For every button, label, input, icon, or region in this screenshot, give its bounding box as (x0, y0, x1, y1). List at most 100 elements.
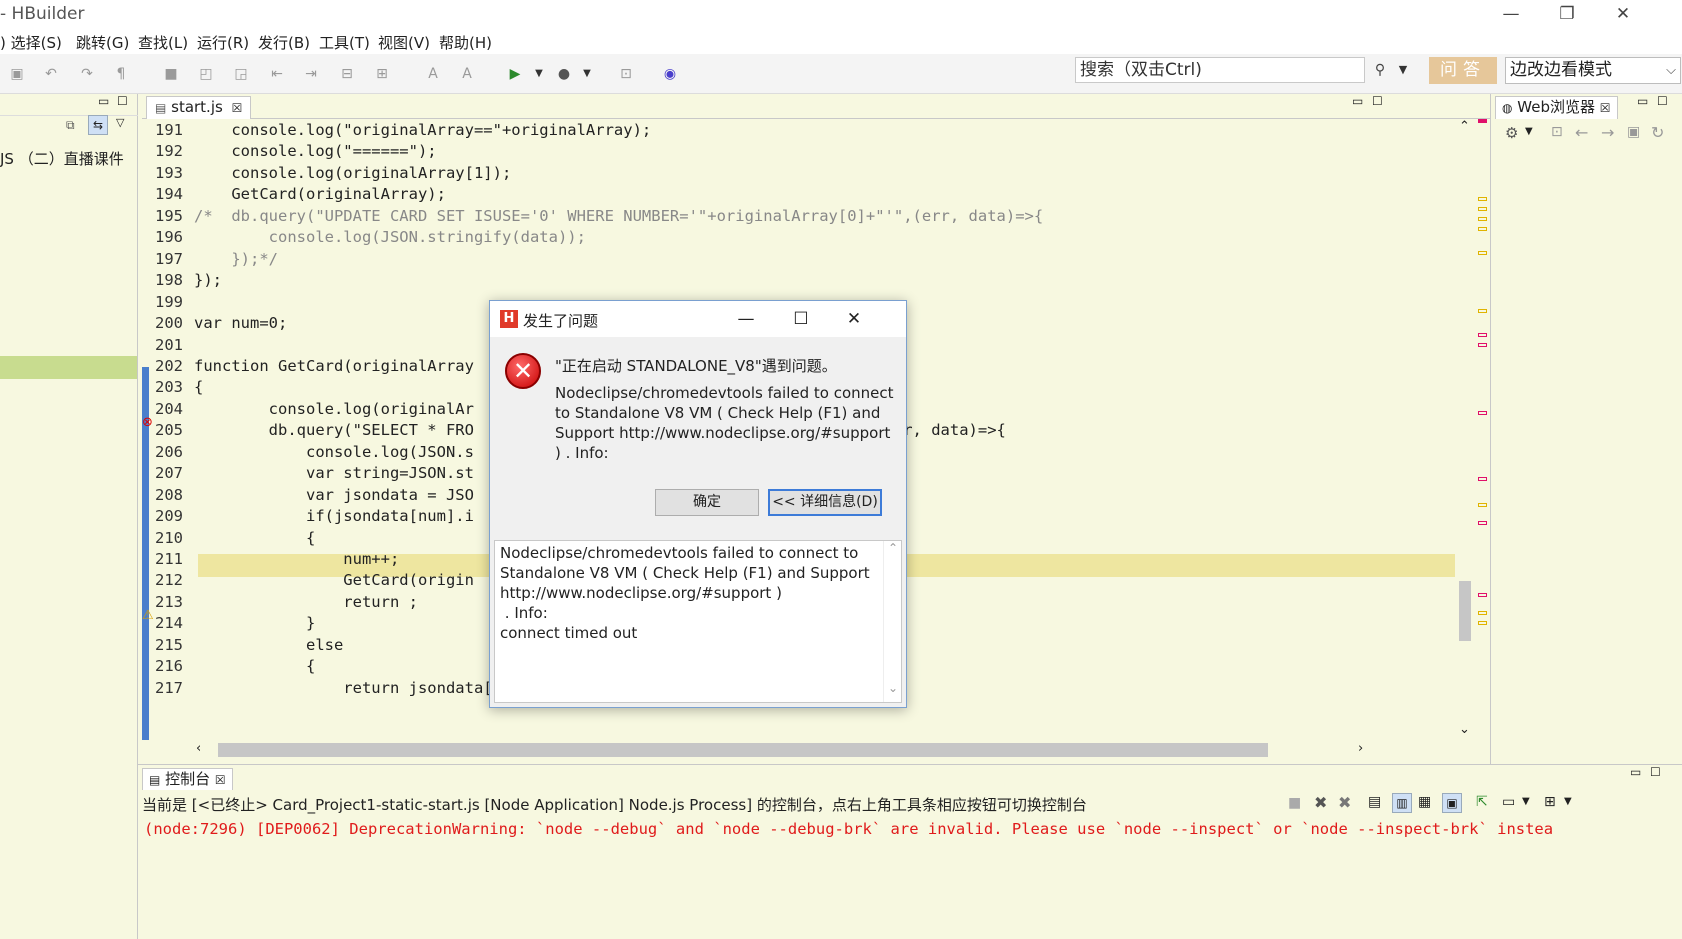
font-smaller-icon[interactable]: A (458, 66, 476, 82)
jump-start-icon[interactable]: ⇤ (268, 66, 286, 82)
warning-overview-mark[interactable] (1478, 251, 1487, 255)
close-tab-icon[interactable]: ☒ (215, 773, 226, 787)
close-tab-icon[interactable]: ☒ (232, 101, 243, 115)
search-icon[interactable]: ⚲ (1370, 60, 1390, 80)
selected-tree-row[interactable] (0, 356, 137, 379)
open-console-icon[interactable]: ⊞ (1544, 794, 1556, 810)
dialog-maximize-button[interactable]: ☐ (781, 305, 821, 333)
overview-ruler[interactable] (1475, 119, 1490, 740)
error-overview-mark[interactable] (1478, 521, 1487, 525)
tab-console[interactable]: ▤ 控制台 ☒ (142, 768, 233, 790)
tab-web-browser[interactable]: ◍ Web浏览器 ☒ (1495, 96, 1618, 119)
gear-icon[interactable]: ⚙ (1505, 124, 1518, 142)
search-dropdown-icon[interactable]: ▼ (1396, 60, 1410, 80)
scroll-down-icon[interactable]: ⌄ (1459, 722, 1470, 737)
scroll-lock-icon[interactable]: ▥ (1392, 793, 1412, 813)
warning-overview-mark[interactable] (1478, 503, 1487, 507)
menu-item-publish[interactable]: 发行(B) (258, 32, 310, 53)
pin-console-icon[interactable]: ⇱ (1476, 794, 1488, 810)
gear-dropdown-icon[interactable]: ▼ (1525, 126, 1533, 137)
word-wrap-icon[interactable]: ▦ (1418, 794, 1431, 810)
dialog-close-button[interactable]: ✕ (834, 305, 874, 333)
display-dropdown-icon[interactable]: ▼ (1522, 796, 1530, 807)
debug-icon[interactable]: ● (555, 66, 573, 82)
hscroll-thumb[interactable] (218, 743, 1268, 757)
warning-overview-mark[interactable] (1478, 621, 1487, 625)
browser-icon[interactable]: ◉ (661, 66, 679, 82)
menu-item-tools[interactable]: 工具(T) (319, 32, 370, 53)
menu-item-goto[interactable]: 跳转(G) (76, 32, 129, 53)
maximize-pane-icon[interactable]: ☐ (1657, 94, 1668, 108)
minimize-button[interactable]: — (1484, 0, 1538, 28)
prev-bookmark-icon[interactable]: ◰ (197, 66, 215, 82)
scroll-thumb[interactable] (1459, 581, 1471, 641)
format-icon[interactable]: ¶ (112, 66, 130, 82)
maximize-pane-icon[interactable]: ☐ (117, 94, 128, 108)
scroll-left-icon[interactable]: ‹ (196, 741, 201, 756)
warning-marker-icon[interactable]: ⚠ (142, 608, 154, 623)
ok-button[interactable]: 确定 (655, 489, 759, 516)
editor-horizontal-scrollbar[interactable]: ‹ › (190, 740, 1445, 760)
minimize-pane-icon[interactable]: ▭ (98, 94, 109, 108)
remove-launch-icon[interactable]: ✖ (1314, 793, 1327, 812)
dialog-minimize-button[interactable]: — (726, 305, 766, 333)
search-input[interactable]: 搜索（双击Ctrl) (1075, 57, 1365, 83)
menu-item-view[interactable]: 视图(V) (378, 32, 430, 53)
minimize-pane-icon[interactable]: ▭ (1630, 765, 1641, 779)
back-icon[interactable]: ← (1575, 123, 1588, 142)
error-overview-mark[interactable] (1478, 119, 1487, 123)
minimize-pane-icon[interactable]: ▭ (1637, 94, 1648, 108)
error-marker-icon[interactable]: ⊗ (142, 415, 153, 430)
jump-end-icon[interactable]: ⇥ (302, 66, 320, 82)
warning-overview-mark[interactable] (1478, 217, 1487, 221)
collapse-all-icon[interactable]: ⧉ (66, 118, 75, 133)
uncomment-icon[interactable]: ⊞ (373, 66, 391, 82)
maximize-editor-icon[interactable]: ☐ (1372, 94, 1383, 108)
debug-dropdown-icon[interactable]: ▼ (578, 66, 596, 82)
warning-overview-mark[interactable] (1478, 309, 1487, 313)
error-overview-mark[interactable] (1478, 333, 1487, 337)
error-overview-mark[interactable] (1478, 593, 1487, 597)
refresh-icon[interactable]: ↻ (1651, 123, 1664, 142)
tab-start-js[interactable]: ▤ start.js ☒ (146, 96, 252, 119)
ask-button[interactable]: 问答 (1429, 57, 1497, 84)
warning-overview-mark[interactable] (1478, 611, 1487, 615)
link-editor-icon[interactable]: ⇆ (88, 115, 108, 135)
details-scrollbar[interactable]: ⌃ ⌄ (883, 541, 901, 702)
redo-icon[interactable]: ↷ (78, 66, 96, 82)
remove-all-icon[interactable]: ✖ (1338, 793, 1351, 812)
preview-icon[interactable]: ⊡ (617, 66, 635, 82)
warning-overview-mark[interactable] (1478, 207, 1487, 211)
run-icon[interactable]: ▶ (506, 66, 524, 82)
maximize-pane-icon[interactable]: ☐ (1650, 765, 1661, 779)
close-tab-icon[interactable]: ☒ (1600, 101, 1611, 115)
menu-item-select[interactable]: ) 选择(S) (0, 32, 62, 53)
undo-icon[interactable]: ↶ (42, 66, 60, 82)
warning-overview-mark[interactable] (1478, 227, 1487, 231)
next-bookmark-icon[interactable]: ◲ (232, 66, 250, 82)
editor-vertical-scrollbar[interactable]: ⌃ ⌄ (1455, 119, 1475, 740)
forward-icon[interactable]: → (1601, 123, 1614, 142)
show-on-output-icon[interactable]: ▣ (1442, 793, 1462, 813)
maximize-button[interactable]: ❐ (1540, 0, 1594, 28)
open-dropdown-icon[interactable]: ▼ (1564, 796, 1572, 807)
scroll-up-icon[interactable]: ⌃ (1459, 119, 1470, 134)
view-menu-icon[interactable]: ▽ (116, 116, 124, 129)
close-button[interactable]: ✕ (1596, 0, 1650, 28)
terminate-icon[interactable]: ■ (1288, 795, 1301, 811)
menu-item-help[interactable]: 帮助(H) (439, 32, 492, 53)
font-larger-icon[interactable]: A (424, 66, 442, 82)
details-textarea[interactable]: Nodeclipse/chromedevtools failed to conn… (494, 540, 902, 703)
menu-item-run[interactable]: 运行(R) (197, 32, 249, 53)
stop-icon[interactable]: ▣ (1627, 124, 1640, 140)
minimize-editor-icon[interactable]: ▭ (1352, 94, 1363, 108)
mode-select[interactable]: 边改边看模式 ⌵ (1505, 57, 1681, 84)
clear-console-icon[interactable]: ▤ (1368, 794, 1381, 810)
details-button[interactable]: << 详细信息(D) (768, 489, 882, 516)
tree-item[interactable]: JS （二）直播课件 (0, 148, 124, 169)
display-console-icon[interactable]: ▭ (1502, 794, 1515, 810)
console-icon[interactable]: ⊡ (1551, 124, 1563, 140)
scroll-right-icon[interactable]: › (1358, 741, 1363, 756)
error-overview-mark[interactable] (1478, 411, 1487, 415)
menu-item-find[interactable]: 查找(L) (138, 32, 188, 53)
